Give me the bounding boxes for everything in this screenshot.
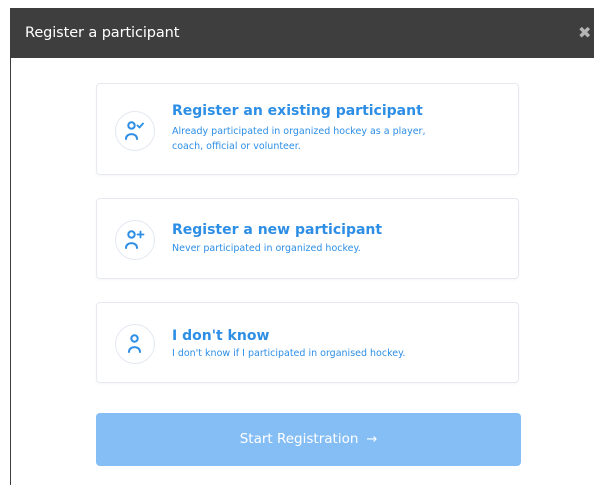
option-existing-participant[interactable]: Register an existing participant Already… [96, 83, 519, 175]
option-description: Already participated in organized hockey… [172, 124, 425, 154]
option-description-line: coach, official or volunteer. [172, 141, 301, 152]
start-registration-label: Start Registration [239, 431, 359, 447]
option-title: Register a new participant [172, 222, 383, 238]
modal-header: Register a participant ✖ [10, 8, 594, 58]
close-icon[interactable]: ✖ [578, 23, 592, 43]
start-registration-button[interactable]: Start Registration → [96, 413, 521, 466]
register-participant-modal: Register a participant ✖ Register an exi… [0, 0, 594, 485]
option-new-participant[interactable]: Register a new participant Never partici… [96, 198, 519, 279]
option-description: I don't know if I participated in organi… [172, 348, 406, 359]
modal-title: Register a participant [25, 25, 180, 41]
option-description-line: Already participated in organized hockey… [172, 126, 426, 137]
user-check-icon [115, 111, 155, 151]
option-title: I don't know [172, 328, 270, 344]
user-plus-icon [115, 220, 155, 260]
arrow-right-icon: → [366, 432, 378, 447]
option-dont-know[interactable]: I don't know I don't know if I participa… [96, 302, 519, 383]
user-icon [115, 324, 155, 364]
option-title: Register an existing participant [172, 103, 423, 119]
option-description: Never participated in organized hockey. [172, 243, 361, 254]
